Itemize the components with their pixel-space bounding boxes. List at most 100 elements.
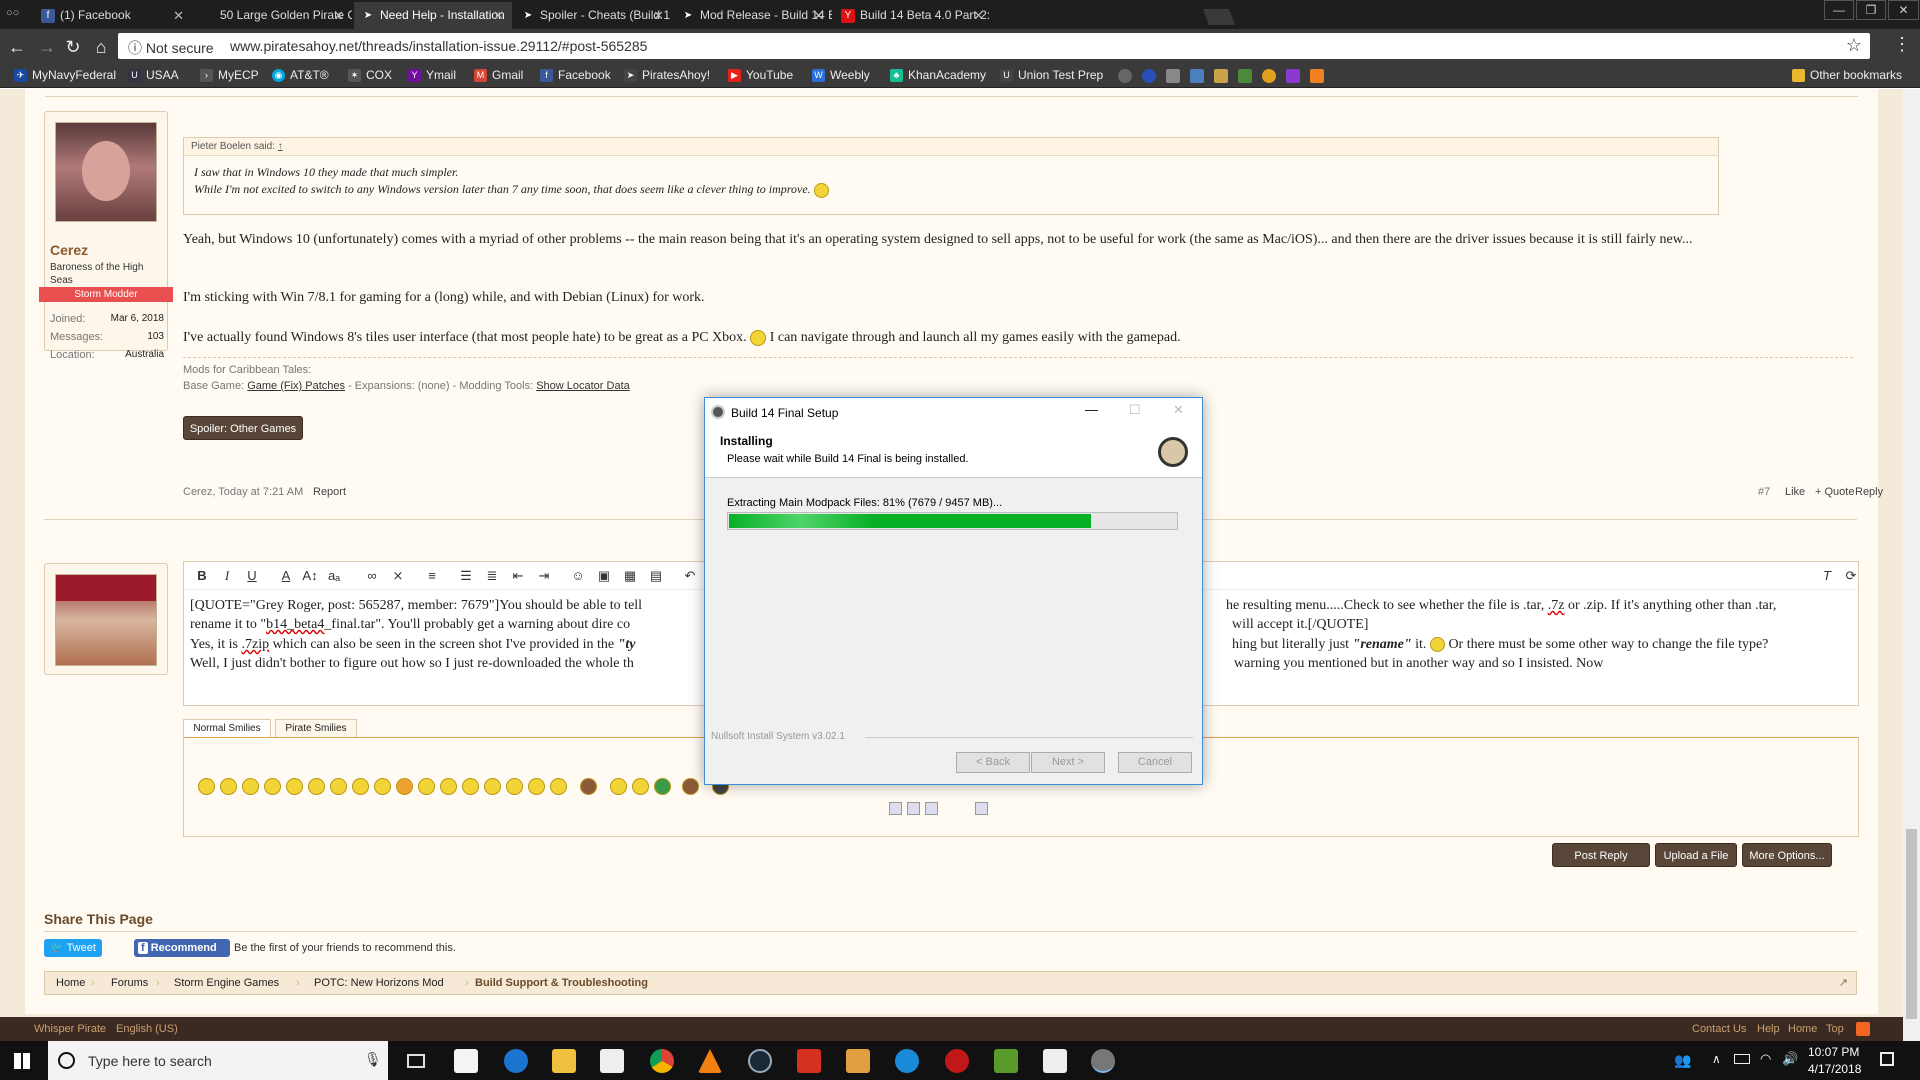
close-icon[interactable]: ✕ xyxy=(653,2,664,29)
smilie-icon[interactable] xyxy=(308,778,325,795)
taskbar-search-box[interactable]: Type here to search 🎙 xyxy=(48,1041,388,1080)
my-avatar[interactable] xyxy=(55,574,157,666)
smilie-icon[interactable] xyxy=(418,778,435,795)
bookmark-ymail[interactable]: Y Ymail xyxy=(406,68,456,82)
smilie-icon[interactable] xyxy=(198,778,215,795)
remove-format-icon[interactable]: T xyxy=(1817,566,1837,586)
app-icon-red[interactable] xyxy=(945,1049,969,1073)
notification-icon[interactable] xyxy=(1880,1052,1894,1066)
recommend-button[interactable]: f Recommend xyxy=(134,939,230,957)
smilies-tab-normal[interactable]: Normal Smilies xyxy=(183,719,271,737)
close-icon[interactable]: ✕ xyxy=(973,2,984,29)
vlc-icon[interactable] xyxy=(698,1049,722,1073)
font-family-icon[interactable]: aₐ xyxy=(324,566,344,586)
bookmark-icon-2[interactable] xyxy=(1142,69,1156,83)
breadcrumb-forums[interactable]: Forums xyxy=(111,972,148,994)
reload-icon[interactable]: ↻ xyxy=(62,36,84,58)
url-text[interactable]: www.piratesahoy.net/threads/installation… xyxy=(230,38,647,54)
breadcrumb-build-support[interactable]: Build Support & Troubleshooting xyxy=(475,972,648,994)
bookmark-facebook[interactable]: f Facebook xyxy=(538,68,611,82)
bookmark-gmail[interactable]: M Gmail xyxy=(472,68,523,82)
app-icon-white[interactable] xyxy=(1043,1049,1067,1073)
smilie-icon[interactable] xyxy=(484,778,501,795)
close-icon[interactable]: ✕ xyxy=(333,2,344,29)
game-icon-1[interactable] xyxy=(846,1049,870,1073)
smilie-icon[interactable] xyxy=(220,778,237,795)
smilie-icon[interactable] xyxy=(610,778,627,795)
bookmark-piratesahoy[interactable]: ➤ PiratesAhoy! xyxy=(622,68,710,82)
post-reply-button[interactable]: Post Reply xyxy=(1552,843,1650,867)
bookmark-youtube[interactable]: ▶ YouTube xyxy=(726,68,793,82)
game-fix-patches-link[interactable]: Game (Fix) Patches xyxy=(247,380,345,392)
post-number-link[interactable]: #7 xyxy=(1758,486,1770,498)
smilie-icon[interactable] xyxy=(352,778,369,795)
bookmark-usaa[interactable]: U USAA xyxy=(126,68,179,82)
clock-time[interactable]: 10:07 PM xyxy=(1808,1045,1859,1059)
maximize-button[interactable]: ❐ xyxy=(1856,0,1886,20)
top-link[interactable]: Top xyxy=(1826,1023,1844,1035)
smilie-icon[interactable] xyxy=(242,778,259,795)
breadcrumb-potc[interactable]: POTC: New Horizons Mod xyxy=(314,972,444,994)
bookmark-icon-5[interactable] xyxy=(1214,69,1228,83)
tweet-button[interactable]: 🐦 Tweet xyxy=(44,939,102,957)
help-link[interactable]: Help xyxy=(1757,1023,1780,1035)
bookmark-icon-9[interactable] xyxy=(1310,69,1324,83)
minimize-button[interactable]: — xyxy=(1824,0,1854,20)
username[interactable]: Cerez xyxy=(50,242,88,258)
reply-link[interactable]: Reply xyxy=(1855,486,1883,498)
align-icon[interactable]: ≡ xyxy=(422,566,442,586)
close-icon[interactable]: ✕ xyxy=(493,2,504,29)
smilie-icon[interactable] xyxy=(682,778,699,795)
avatar[interactable] xyxy=(55,122,157,222)
bookmark-mynavyfederal[interactable]: ✈ MyNavyFederal xyxy=(12,68,116,82)
bookmark-icon-3[interactable] xyxy=(1166,69,1180,83)
bookmark-cox[interactable]: ✶ COX xyxy=(346,68,392,82)
installer-task-icon[interactable] xyxy=(1091,1049,1115,1073)
edge-icon[interactable] xyxy=(504,1049,528,1073)
jump-icon[interactable]: ↗ xyxy=(1839,972,1848,994)
image-icon[interactable]: ▣ xyxy=(594,566,614,586)
smilie-icon[interactable] xyxy=(330,778,347,795)
insert-icon[interactable]: ▤ xyxy=(646,566,666,586)
bullet-list-icon[interactable]: ☰ xyxy=(456,566,476,586)
tab-golden-pirate[interactable]: 50 Large Golden Pirate C ✕ xyxy=(194,2,352,29)
smilie-icon[interactable] xyxy=(286,778,303,795)
new-tab-button[interactable] xyxy=(1203,9,1235,25)
rss-icon[interactable] xyxy=(1856,1022,1870,1036)
address-bar[interactable]: ⓘ Not secure www.piratesahoy.net/threads… xyxy=(118,33,1870,59)
smilie-icon[interactable] xyxy=(264,778,281,795)
chrome-icon[interactable] xyxy=(650,1049,674,1073)
contact-us-link[interactable]: Contact Us xyxy=(1692,1023,1746,1035)
show-locator-data-link[interactable]: Show Locator Data xyxy=(536,380,630,392)
breadcrumb-home[interactable]: Home xyxy=(56,972,85,994)
tab-facebook[interactable]: f (1) Facebook ✕ xyxy=(34,2,192,29)
tab-spoiler-cheats[interactable]: ➤ Spoiler - Cheats (Build 1 ✕ xyxy=(514,2,672,29)
page-scrollbar[interactable] xyxy=(1903,89,1920,1041)
installer-titlebar[interactable]: Build 14 Final Setup — ☐ ✕ xyxy=(705,398,1202,427)
undo-icon[interactable]: ↶ xyxy=(680,566,700,586)
tab-mod-release[interactable]: ➤ Mod Release - Build 14 B ✕ xyxy=(674,2,832,29)
font-size-icon[interactable]: A↕ xyxy=(300,566,320,586)
mail-icon[interactable] xyxy=(600,1049,624,1073)
wifi-icon[interactable]: ◠ xyxy=(1760,1051,1771,1067)
back-icon[interactable]: ← xyxy=(6,36,28,58)
app-icon-green[interactable] xyxy=(994,1049,1018,1073)
bookmark-att[interactable]: ◉ AT&T® xyxy=(270,68,329,82)
number-list-icon[interactable]: ≣ xyxy=(482,566,502,586)
tab-build14-beta[interactable]: Y Build 14 Beta 4.0 Part 2: ✕ xyxy=(834,2,992,29)
security-indicator[interactable]: ⓘ Not secure xyxy=(128,38,214,58)
smilie-icon[interactable] xyxy=(440,778,457,795)
app-icon-blue[interactable] xyxy=(895,1049,919,1073)
scrollbar-thumb[interactable] xyxy=(1906,829,1917,1019)
upload-file-button[interactable]: Upload a File xyxy=(1655,843,1737,867)
quote-jump-link[interactable]: ↑ xyxy=(278,141,283,152)
italic-icon[interactable]: I xyxy=(217,566,237,586)
bookmark-myecp[interactable]: › MyECP xyxy=(198,68,259,82)
bookmark-khanacademy[interactable]: ♣ KhanAcademy xyxy=(888,68,986,82)
smilie-icon[interactable]: ☺ xyxy=(568,566,588,586)
bookmark-icon-6[interactable] xyxy=(1238,69,1252,83)
task-view-icon[interactable] xyxy=(407,1054,425,1068)
smilie-icon[interactable] xyxy=(462,778,479,795)
microphone-icon[interactable]: 🎙 xyxy=(364,1051,382,1068)
underline-icon[interactable]: U xyxy=(242,566,262,586)
